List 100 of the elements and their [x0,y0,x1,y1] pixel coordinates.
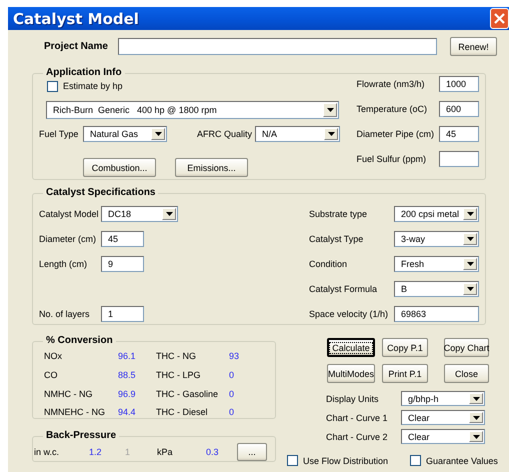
text-field[interactable]: 600 [439,101,479,117]
push-button[interactable]: Copy Chart [444,338,489,357]
dropdown-arrow-button[interactable] [469,412,483,423]
close-icon [494,13,505,24]
dropdown-arrow-button[interactable] [469,393,483,404]
field-label: Condition [308,258,348,268]
field-label: Temperature (oC) [356,104,428,114]
dropdown[interactable]: Rich-Burn Generic 400 hp @ 1800 rpm [46,101,339,119]
dropdown[interactable]: N/A [255,126,340,142]
push-button[interactable]: Combustion... [83,158,156,177]
checkbox[interactable] [410,455,422,466]
dropdown[interactable]: 200 cpsi metal [394,206,479,222]
caret-icon [472,416,480,420]
checkbox[interactable] [47,80,58,92]
unit-label: in w.c. [34,446,60,456]
pressure-value: 1.2 [89,446,103,456]
caret-icon [166,212,172,216]
dropdown-value: Clear [407,430,431,443]
caret-icon [326,108,334,112]
text-field[interactable]: 1000 [439,76,479,92]
conversion-value: 0 [229,407,236,418]
conversion-value: 0 [229,388,236,399]
push-button[interactable]: Calculate [327,338,375,357]
dropdown-value: N/A [261,128,278,141]
field-label: No. of layers [39,308,91,318]
conversion-value: 96.9 [118,388,137,399]
push-button[interactable]: Close [444,364,489,383]
pollutant-label: NMHC - NG [44,388,94,399]
caret-icon [466,262,474,266]
push-button[interactable]: Copy P.1 [382,338,428,357]
dropdown-value: g/bhp-h [407,392,440,405]
pollutant-label: THC - Diesel [156,407,209,418]
dropdown[interactable]: Fresh [394,256,479,272]
dropdown-value: Clear [407,412,431,424]
dropdown-arrow-button[interactable] [463,232,477,244]
checkbox-label: Guarantee Values [426,456,498,466]
pollutant-label: CO [44,370,58,380]
dropdown-value: 3-way [400,232,426,246]
field-label: Length (cm) [39,258,88,268]
window-title: Catalyst Model [12,10,139,28]
push-button[interactable]: ... [237,442,267,460]
dropdown-arrow-button[interactable] [463,208,477,220]
pollutant-label: THC - LPG [156,370,202,380]
dropdown[interactable]: DC18 [101,206,178,222]
field-label: Chart - Curve 1 [326,412,389,422]
push-button[interactable]: Print P.1 [382,364,428,383]
dropdown-value: Rich-Burn Generic 400 hp @ 1800 rpm [52,104,218,117]
field-label: AFRC Quality [197,129,254,139]
conversion-value: 0 [229,370,236,380]
dropdown-arrow-button[interactable] [469,431,483,442]
dropdown[interactable]: Clear [401,429,485,444]
caret-icon [328,132,334,136]
close-button[interactable] [490,8,509,29]
field-label: Space velocity (1/h) [308,308,388,318]
checkbox[interactable] [287,455,298,466]
text-field[interactable]: 69863 [394,306,479,322]
dropdown-arrow-button[interactable] [463,258,477,270]
push-button[interactable]: Emissions... [175,158,248,177]
group-title: Application Info [45,67,123,79]
dropdown[interactable]: B [394,280,479,296]
dropdown-arrow-button[interactable] [323,103,337,117]
field-label: Flowrate (nm3/h) [356,79,426,89]
conversion-value: 94.4 [118,407,137,418]
dropdown[interactable]: 3-way [394,230,479,246]
text-field[interactable] [439,151,479,167]
unit-label: kPa [157,446,174,456]
pollutant-label: NOx [44,351,63,362]
field-label: Display Units [326,394,380,404]
push-button[interactable]: MultiModes [327,364,375,383]
caret-icon [466,286,474,290]
dropdown[interactable]: Natural Gas [83,126,167,142]
text-field[interactable]: 45 [101,230,144,246]
text-field[interactable]: 1 [101,306,144,322]
field-label: Fuel Sulfur (ppm) [356,154,428,164]
caret-icon [466,212,474,216]
field-label: Project Name [44,41,109,52]
text-field[interactable]: 9 [101,256,144,272]
pressure-value: 0.3 [206,446,220,456]
dropdown-arrow-button[interactable] [463,282,477,294]
conversion-value: 96.1 [118,351,137,362]
dropdown-arrow-button[interactable] [324,128,338,140]
dropdown-value: DC18 [107,208,132,220]
push-button[interactable]: Renew! [450,37,497,56]
dropdown-value: Natural Gas [89,128,140,141]
dropdown[interactable]: g/bhp-h [401,391,485,406]
dropdown-value: 200 cpsi metal [400,208,460,220]
group-title: Catalyst Specifications [45,187,156,199]
checkbox-label: Estimate by hp [63,81,123,91]
text-field[interactable] [118,38,437,55]
dropdown[interactable]: Clear [401,410,485,425]
group-title: Back-Pressure [45,430,118,442]
pollutant-label: THC - Gasoline [156,388,220,399]
pressure-value: 1 [125,446,132,456]
group-title: % Conversion [45,335,114,347]
dropdown-arrow-button[interactable] [162,208,176,220]
conversion-value: 93 [229,351,240,362]
field-label: Diameter Pipe (cm) [356,129,434,139]
conversion-value: 88.5 [118,370,137,380]
dropdown-arrow-button[interactable] [151,128,165,140]
text-field[interactable]: 45 [439,126,479,142]
